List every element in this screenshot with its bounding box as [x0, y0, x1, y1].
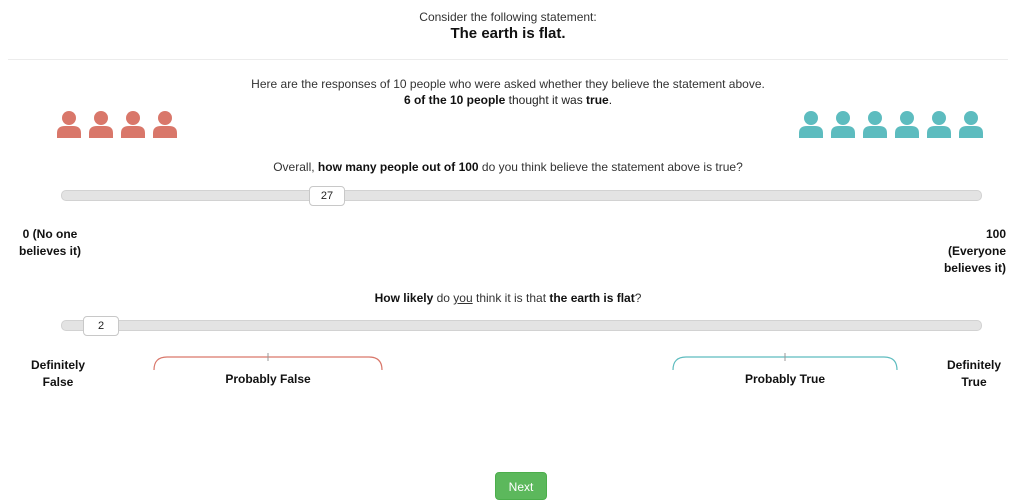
population-max-label-line3: believes it) — [943, 261, 1006, 275]
population-min-label-line2: believes it) — [18, 244, 82, 258]
q2-bold-2: the earth is flat — [549, 291, 635, 305]
population-min-label-line1: 0 (No one — [22, 227, 78, 241]
q1-suffix: do you think believe the statement above… — [478, 160, 743, 174]
likelihood-slider-track[interactable] — [61, 320, 982, 331]
person-true-icon — [863, 111, 887, 138]
person-true-icon — [959, 111, 983, 138]
responses-summary: 6 of the 10 people thought it was true. — [0, 93, 1016, 107]
responses-count: 6 of the 10 people — [403, 93, 506, 107]
population-slider-handle[interactable]: 27 — [309, 186, 345, 206]
q1-prefix: Overall, — [273, 160, 318, 174]
population-max-label-line1: 100 — [985, 227, 1006, 241]
person-true-icon — [799, 111, 823, 138]
definitely-true-label: Definitely True — [932, 357, 1016, 391]
responses-true-word: true — [586, 93, 609, 107]
q2-you: you — [453, 291, 473, 305]
population-max-label-line2: (Everyone — [947, 244, 1006, 258]
q2-qmark: ? — [634, 291, 642, 305]
q2-text-2: think it is that — [472, 291, 550, 305]
person-false-icon — [89, 111, 113, 138]
person-true-icon — [831, 111, 855, 138]
likelihood-slider-handle[interactable]: 2 — [83, 316, 119, 336]
q1-bold: how many people out of 100 — [317, 160, 479, 174]
person-true-icon — [927, 111, 951, 138]
responses-period: . — [608, 93, 613, 107]
intro-text: Consider the following statement: — [419, 10, 597, 24]
false-responders-group — [57, 110, 177, 138]
person-false-icon — [153, 111, 177, 138]
probably-true-label: Probably True — [744, 372, 826, 386]
definitely-false-line1: Definitely — [30, 358, 85, 372]
probably-false-label: Probably False — [225, 372, 311, 386]
q2-text-1: do — [433, 291, 454, 305]
probably-false-bracket — [153, 353, 383, 371]
definitely-false-label: Definitely False — [22, 357, 94, 391]
q2-bold-1: How likely — [374, 291, 434, 305]
definitely-false-line2: False — [42, 375, 74, 389]
definitely-true-line2: True — [961, 375, 987, 389]
responses-description: Here are the responses of 10 people who … — [251, 77, 765, 91]
person-false-icon — [121, 111, 145, 138]
population-slider-track[interactable] — [61, 190, 982, 201]
question-1: Overall, how many people out of 100 do y… — [0, 160, 1016, 174]
population-min-label: 0 (No one believes it) — [0, 226, 100, 260]
responses-thought-text: thought it was — [505, 93, 587, 107]
statement-title: The earth is flat. — [450, 25, 566, 42]
person-true-icon — [895, 111, 919, 138]
definitely-true-line1: Definitely — [946, 358, 1001, 372]
question-2: How likely do you think it is that the e… — [0, 291, 1016, 305]
population-max-label: 100 (Everyone believes it) — [926, 226, 1016, 277]
divider — [8, 59, 1008, 60]
true-responders-group — [799, 110, 983, 138]
probably-true-bracket — [672, 353, 898, 371]
person-false-icon — [57, 111, 81, 138]
next-button[interactable]: Next — [495, 472, 547, 500]
